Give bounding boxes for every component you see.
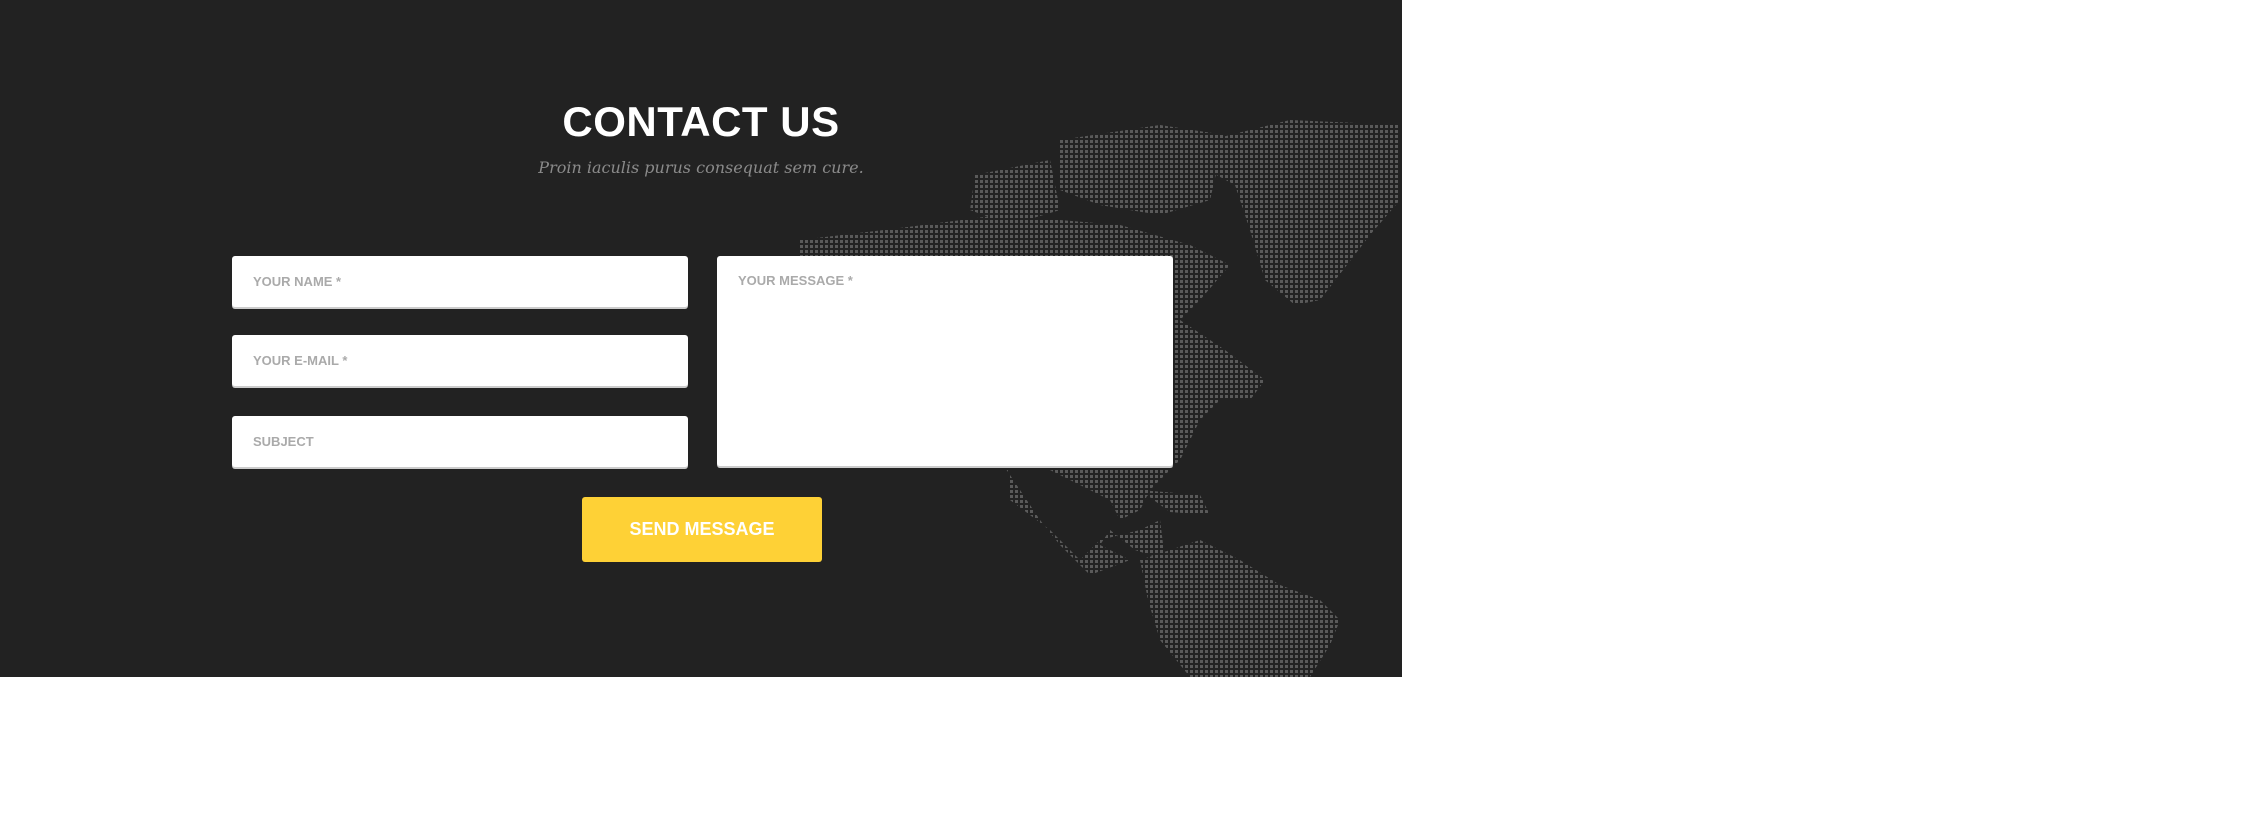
message-textarea[interactable] bbox=[717, 256, 1173, 466]
email-input[interactable] bbox=[232, 335, 688, 386]
page-title: CONTACT US bbox=[562, 98, 840, 145]
name-input[interactable] bbox=[232, 256, 688, 307]
page-subtitle: Proin iaculis purus consequat sem cure. bbox=[538, 158, 864, 177]
subject-input[interactable] bbox=[232, 416, 688, 467]
send-message-button[interactable]: SEND MESSAGE bbox=[582, 497, 822, 562]
contact-section: CONTACT US Proin iaculis purus consequat… bbox=[0, 0, 1402, 677]
